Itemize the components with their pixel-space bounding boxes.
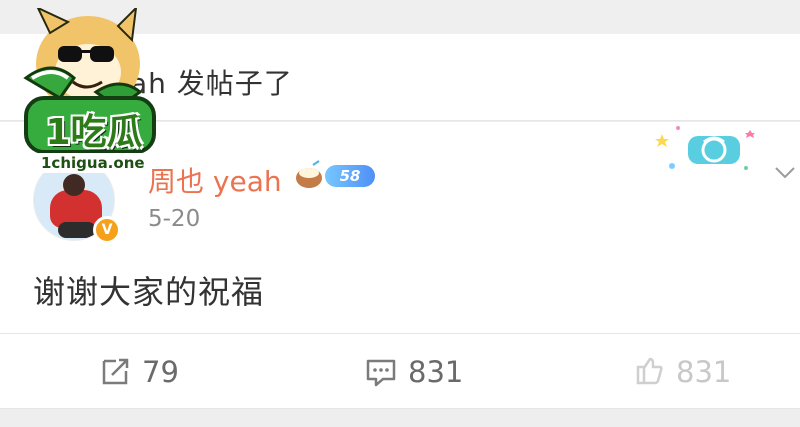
divider-actions: [0, 333, 800, 334]
user-name[interactable]: 周也 yeah: [148, 160, 282, 200]
coconut-icon: [293, 160, 325, 190]
verified-badge-icon: V: [93, 216, 121, 244]
share-button[interactable]: 79: [98, 352, 179, 392]
watermark-title: 1吃瓜: [45, 112, 143, 153]
like-count: 831: [676, 355, 732, 389]
profile-decoration: [650, 122, 762, 178]
share-count: 79: [142, 355, 179, 389]
post-date: 5-20: [148, 206, 201, 232]
comment-icon: [366, 359, 396, 387]
comment-button[interactable]: 831: [364, 352, 463, 392]
watermark-url: 1chigua.one: [36, 153, 150, 173]
share-icon: [102, 358, 129, 385]
avatar-legs: [58, 222, 96, 238]
like-icon: [636, 357, 663, 385]
watermark-logo: 1吃瓜 1chigua.one: [10, 5, 162, 180]
divider-bottom: [0, 408, 800, 409]
more-chevron-icon[interactable]: [774, 162, 796, 182]
like-button[interactable]: 831: [632, 352, 731, 392]
post-content: 谢谢大家的祝福: [33, 273, 265, 311]
comment-count: 831: [408, 355, 464, 389]
level-badge: 58: [325, 165, 375, 187]
